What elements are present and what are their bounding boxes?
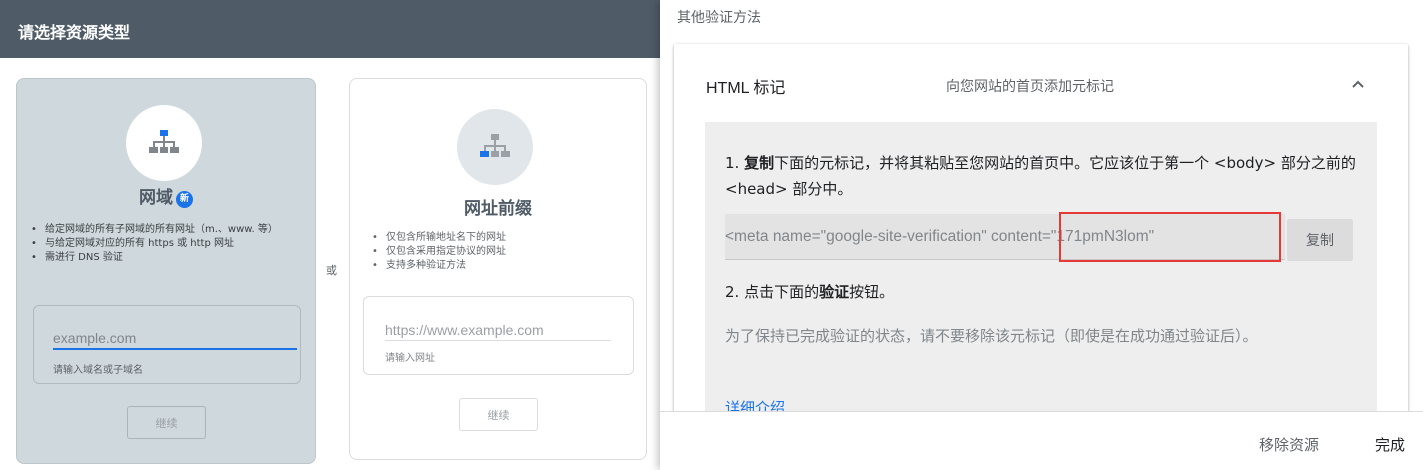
dialog-footer: 移除资源 完成 [660,411,1423,470]
resource-type-pane: 请选择资源类型 网域新 给定网域的所有子网域的所有网址（m.、www. 等） 与… [0,0,660,470]
method-description: 向您网站的首页添加元标记 [946,79,1114,95]
or-separator: 或 [326,264,337,277]
url-prefix-card[interactable]: 网址前缀 仅包含所输地址名下的网址 仅包含采用指定协议的网址 支持多种验证方法 … [349,78,647,460]
url-prefix-title: 网址前缀 [464,199,532,219]
domain-input-box: 请输入域名或子域名 [33,305,301,384]
collapse-button[interactable] [1344,70,1372,98]
keep-tag-note: 为了保持已完成验证的状态，请不要移除该元标记（即使是在成功通过验证后）。 [725,327,1258,345]
remove-resource-button[interactable]: 移除资源 [1259,434,1319,455]
html-tag-method-panel: HTML 标记 向您网站的首页添加元标记 1. 复制下面的元标记，并将其粘贴至您… [674,44,1408,414]
chevron-up-icon [1352,80,1364,88]
url-prefix-input-box: 请输入网址 [363,296,634,375]
step-2-rest: 按钮。 [849,283,895,301]
list-item: 给定网域的所有子网域的所有网址（m.、www. 等） [31,223,306,237]
dialog-heading: 其他验证方法 [677,10,761,26]
step-2-start: 2. 点击下面的 [725,283,820,301]
verification-dialog: 其他验证方法 HTML 标记 向您网站的首页添加元标记 1. 复制下面的元标记，… [660,0,1423,470]
list-item: 支持多种验证方法 [372,259,632,273]
method-instructions: 1. 复制下面的元标记，并将其粘贴至您网站的首页中。它应该位于第一个 <body… [705,122,1377,414]
step-1-text: 1. 复制下面的元标记，并将其粘贴至您网站的首页中。它应该位于第一个 <body… [725,150,1365,202]
domain-title: 网域新 [17,183,315,208]
copy-button[interactable]: 复制 [1287,219,1353,261]
step-2-bold: 验证 [819,283,850,301]
prefix-feature-list: 仅包含所输地址名下的网址 仅包含采用指定协议的网址 支持多种验证方法 [372,231,632,273]
step-1-rest: 下面的元标记，并将其粘贴至您网站的首页中。它应该位于第一个 <body> 部分之… [725,154,1356,198]
method-title[interactable]: HTML 标记 [706,74,785,98]
list-item: 与给定网域对应的所有 https 或 http 网址 [31,237,306,251]
domain-icon-circle [126,105,202,181]
list-item: 需进行 DNS 验证 [31,251,306,265]
sitemap-icon [149,130,179,153]
list-item: 仅包含采用指定协议的网址 [372,245,632,259]
domain-title-text: 网域 [139,188,173,208]
domain-input-help: 请输入域名或子域名 [53,365,143,376]
url-prefix-input[interactable] [385,319,611,341]
url-prefix-input-help: 请输入网址 [385,353,435,364]
new-badge: 新 [176,191,193,208]
done-button[interactable]: 完成 [1375,434,1405,455]
step-2-text: 2. 点击下面的验证按钮。 [725,281,894,302]
domain-input[interactable] [53,328,297,350]
url-prefix-continue-button[interactable]: 继续 [459,398,538,431]
step-1-bold: 复制 [744,154,775,172]
step-1-number: 1. [725,154,745,172]
domain-continue-button[interactable]: 继续 [127,406,206,439]
highlight-annotation [1059,212,1281,262]
page-header: 请选择资源类型 [0,0,660,58]
page-title: 请选择资源类型 [18,23,131,42]
domain-card[interactable]: 网域新 给定网域的所有子网域的所有网址（m.、www. 等） 与给定网域对应的所… [16,78,316,464]
prefix-icon-circle [457,109,533,185]
domain-feature-list: 给定网域的所有子网域的所有网址（m.、www. 等） 与给定网域对应的所有 ht… [31,223,306,265]
list-item: 仅包含所输地址名下的网址 [372,231,632,245]
sitemap-icon [480,134,510,157]
